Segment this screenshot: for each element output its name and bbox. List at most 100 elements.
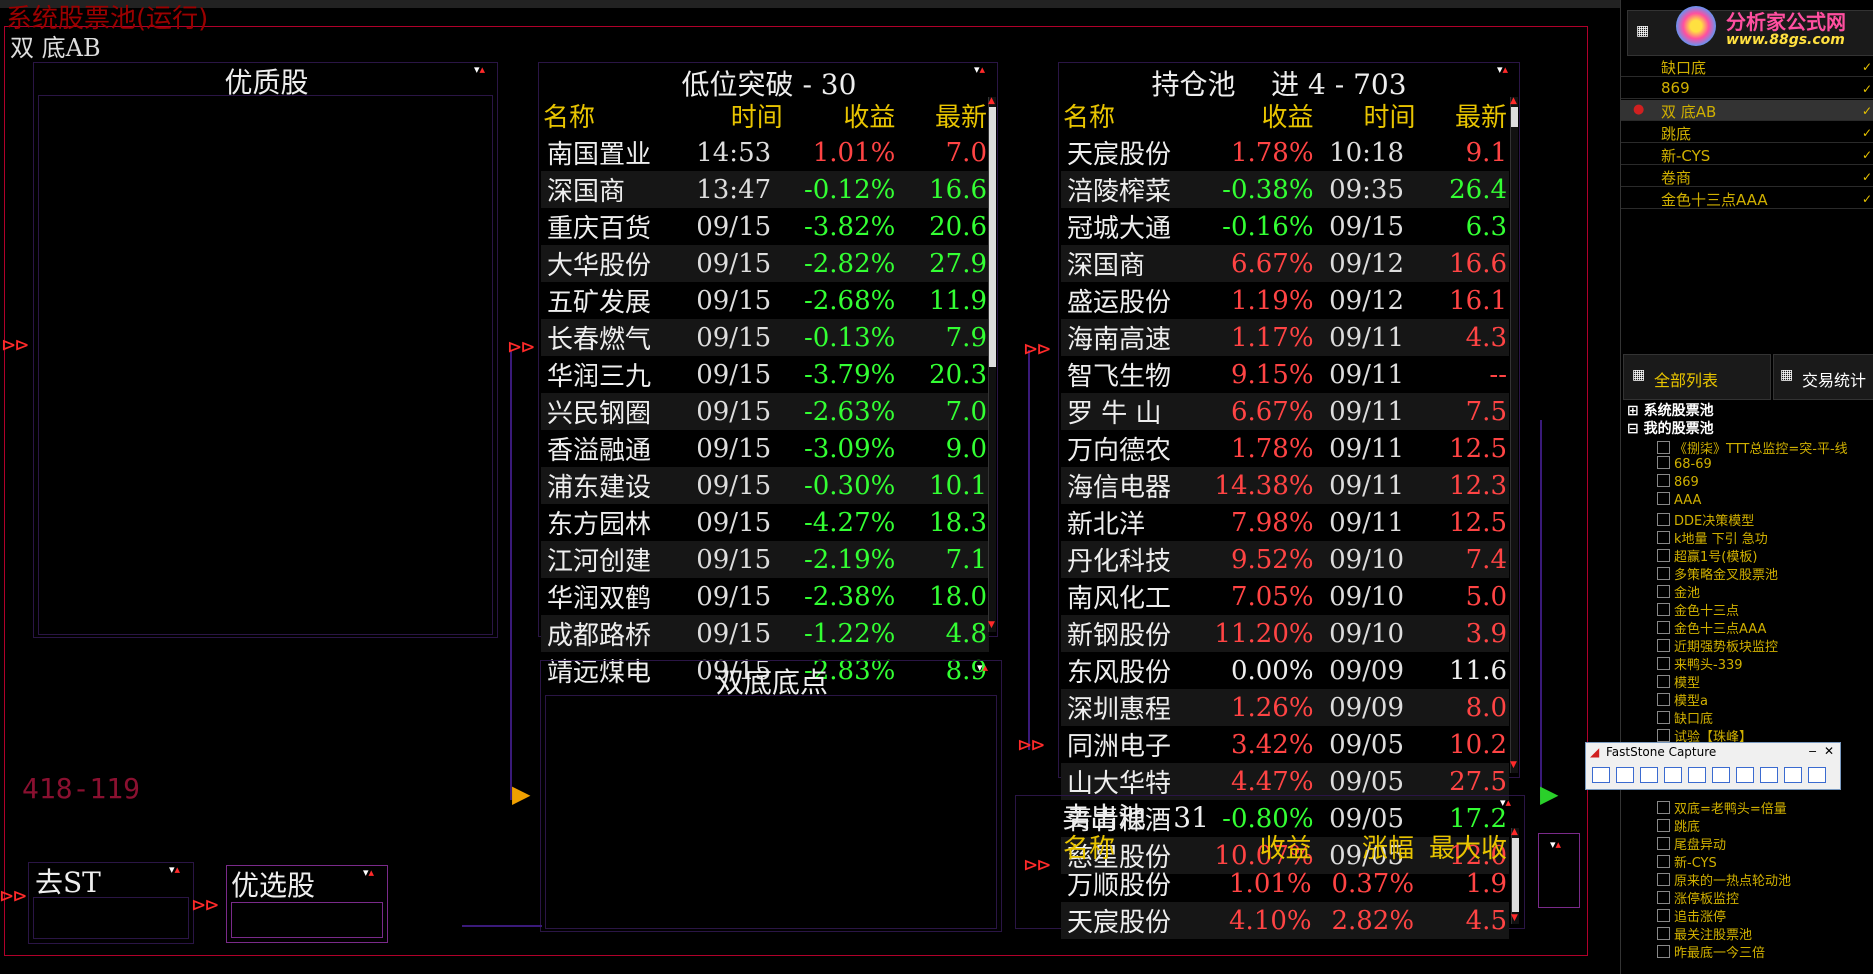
tree-pool-item[interactable]: 尾盘异动	[1657, 834, 1726, 853]
table-row[interactable]: 成都路桥 09/15 -1.22% 4.8	[541, 615, 989, 652]
flow-connector-icon[interactable]: ⊳⊳	[1018, 733, 1045, 758]
tree-pool-item[interactable]: 869	[1657, 474, 1699, 490]
table-row[interactable]: 南风化工 7.05% 09/10 5.0	[1061, 578, 1509, 615]
checkbox-icon[interactable]	[1657, 873, 1670, 886]
panel-controls[interactable]: ▾▴	[1500, 797, 1511, 808]
table-row[interactable]: 天宸股份 1.78% 10:18 9.1	[1061, 134, 1509, 171]
tree-pool-item[interactable]: 金色十三点AAA	[1657, 618, 1766, 637]
col-header-latest[interactable]: 最新	[897, 97, 989, 134]
panel-controls[interactable]: ▾▴	[474, 64, 485, 75]
tree-pool-item[interactable]: 双底=老鸭头=倍量	[1657, 798, 1787, 817]
tree-node-my-pools[interactable]: ⊟ 我的股票池	[1627, 418, 1714, 438]
table-row[interactable]: 海信电器 14.38% 09/11 12.3	[1061, 467, 1509, 504]
table-row[interactable]: 长春燃气 09/15 -0.13% 7.9	[541, 319, 989, 356]
flow-connector-icon[interactable]: ⊳⊳	[508, 335, 535, 360]
checkbox-icon[interactable]	[1657, 711, 1670, 724]
output-icon[interactable]	[1784, 767, 1802, 783]
tree-pool-item[interactable]: k地量 下引 急功	[1657, 528, 1768, 547]
col-header-return[interactable]: 收益	[1202, 97, 1315, 134]
tree-pool-item[interactable]: 缺口底	[1657, 708, 1713, 727]
checkbox-icon[interactable]	[1657, 603, 1670, 616]
scroll-down-icon[interactable]: ▼	[1511, 914, 1518, 923]
table-row[interactable]: 浦东建设 09/15 -0.30% 10.1	[541, 467, 989, 504]
panel-controls[interactable]: ▾▴	[363, 867, 374, 878]
col-header-latest[interactable]: 最新	[1418, 97, 1509, 134]
scroll-up-icon[interactable]: ▲	[1511, 828, 1518, 837]
checkbox-icon[interactable]	[1657, 837, 1670, 850]
scroll-down-icon[interactable]: ▼	[988, 621, 995, 630]
checkbox-icon[interactable]	[1657, 909, 1670, 922]
flow-connector-icon[interactable]: ⊳⊳	[0, 884, 27, 909]
table-row[interactable]: 兴民钢圈 09/15 -2.63% 7.0	[541, 393, 989, 430]
table-row[interactable]: 同洲电子 3.42% 09/05 10.2	[1061, 726, 1509, 763]
capture-fixed-icon[interactable]	[1736, 767, 1754, 783]
panel-controls[interactable]: ▾▴	[1497, 64, 1508, 75]
active-flow-arrow-icon[interactable]: ▶	[512, 780, 530, 808]
sidebar-pool-item[interactable]: 新-CYS ✓	[1621, 144, 1873, 165]
tree-pool-item[interactable]: 近期强势板块监控	[1657, 636, 1778, 655]
scroll-up-icon[interactable]: ▲	[1510, 97, 1517, 106]
sidebar-pool-item[interactable]: 金色十三点AAA ✓	[1621, 188, 1873, 209]
tree-pool-item[interactable]: 《捌柒》TTT总监控=突-平-线	[1657, 438, 1848, 457]
panel-controls[interactable]: ▾▴	[974, 64, 985, 75]
capture-object-icon[interactable]	[1616, 767, 1634, 783]
tree-node-system-pools[interactable]: ⊞ 系统股票池	[1627, 400, 1714, 420]
col-header-change[interactable]: 涨幅	[1314, 828, 1416, 865]
sidebar-pool-item[interactable]: 卷商 ✓	[1621, 166, 1873, 187]
remove-st-list-area[interactable]	[33, 897, 189, 939]
flow-connector-icon[interactable]: ⊳⊳	[192, 893, 219, 918]
table-row[interactable]: 南国置业 14:53 1.01% 7.0	[541, 134, 989, 171]
flow-connector-icon[interactable]: ⊳⊳	[1024, 337, 1051, 362]
checkbox-icon[interactable]	[1657, 729, 1670, 742]
holding-table[interactable]: 名称 收益 时间 最新 天宸股份 1.78% 10:18 9.1 涪陵榨菜 -0.38% 0…	[1061, 97, 1509, 874]
col-header-return[interactable]: 收益	[1202, 828, 1314, 865]
scroll-thumb[interactable]	[1512, 838, 1519, 912]
table-row[interactable]: 智飞生物 9.15% 09/11 --	[1061, 356, 1509, 393]
selected-list-area[interactable]	[231, 902, 383, 938]
table-row[interactable]: 深国商 6.67% 09/12 16.6	[1061, 245, 1509, 282]
checkbox-icon[interactable]	[1657, 657, 1670, 670]
checkbox-icon[interactable]	[1657, 456, 1670, 469]
tree-pool-item[interactable]: 多策略金叉股票池	[1657, 564, 1778, 583]
tree-pool-item[interactable]: DDE决策模型	[1657, 510, 1754, 529]
checkbox-icon[interactable]	[1657, 513, 1670, 526]
flow-connector-icon[interactable]: ⊳⊳	[1024, 853, 1051, 878]
table-row[interactable]: 天宸股份 4.10% 2.82% 4.5	[1061, 902, 1509, 939]
tree-pool-item[interactable]: 涨停板监控	[1657, 888, 1739, 907]
sidebar-pool-item[interactable]: 跳底 ✓	[1621, 122, 1873, 143]
panel-controls[interactable]: ▾▴	[1550, 839, 1561, 850]
capture-freehand-icon[interactable]	[1664, 767, 1682, 783]
panel-controls[interactable]: ▾▴	[977, 662, 988, 673]
table-row[interactable]: 盛运股份 1.19% 09/12 16.1	[1061, 282, 1509, 319]
table-row[interactable]: 冠城大通 -0.16% 09/15 6.3	[1061, 208, 1509, 245]
checkbox-icon[interactable]	[1657, 531, 1670, 544]
close-icon[interactable]: ✕	[1824, 744, 1834, 758]
checkbox-icon[interactable]	[1657, 927, 1670, 940]
col-header-time[interactable]: 时间	[1316, 97, 1418, 134]
table-row[interactable]: 香溢融通 09/15 -3.09% 9.0	[541, 430, 989, 467]
tree-pool-item[interactable]: 跳底	[1657, 816, 1700, 835]
table-row[interactable]: 东风股份 0.00% 09/09 11.6	[1061, 652, 1509, 689]
panel-controls[interactable]: ▾▴	[169, 864, 180, 875]
table-row[interactable]: 涪陵榨菜 -0.38% 09:35 26.4	[1061, 171, 1509, 208]
table-row[interactable]: 江河创建 09/15 -2.19% 7.1	[541, 541, 989, 578]
tree-pool-item[interactable]: AAA	[1657, 492, 1701, 508]
table-row[interactable]: 丹化科技 9.52% 09/10 7.4	[1061, 541, 1509, 578]
minimize-icon[interactable]: −	[1808, 745, 1817, 758]
sell-scrollbar[interactable]: ▲ ▼	[1511, 828, 1519, 924]
capture-window-icon[interactable]	[1592, 767, 1610, 783]
col-header-max-return[interactable]: 最大收	[1416, 828, 1509, 865]
table-row[interactable]: 万顺股份 1.01% 0.37% 1.9	[1061, 865, 1509, 902]
tab-all-list[interactable]: ▦ 全部列表	[1623, 354, 1771, 400]
tree-pool-item[interactable]: 最关注股票池	[1657, 924, 1752, 943]
tree-pool-item[interactable]: 金色十三点	[1657, 600, 1739, 619]
low-break-scrollbar[interactable]: ▲ ▼	[988, 97, 996, 632]
checkbox-icon[interactable]	[1657, 567, 1670, 580]
tree-pool-item[interactable]: 超赢1号(模板)	[1657, 546, 1757, 565]
sidebar-pool-item[interactable]: 缺口底 ✓	[1621, 56, 1873, 77]
tree-pool-item[interactable]: 68-69	[1657, 456, 1712, 472]
checkbox-icon[interactable]	[1657, 891, 1670, 904]
table-row[interactable]: 罗 牛 山 6.67% 09/11 7.5	[1061, 393, 1509, 430]
table-row[interactable]: 新北洋 7.98% 09/11 12.5	[1061, 504, 1509, 541]
table-row[interactable]: 深国商 13:47 -0.12% 16.6	[541, 171, 989, 208]
